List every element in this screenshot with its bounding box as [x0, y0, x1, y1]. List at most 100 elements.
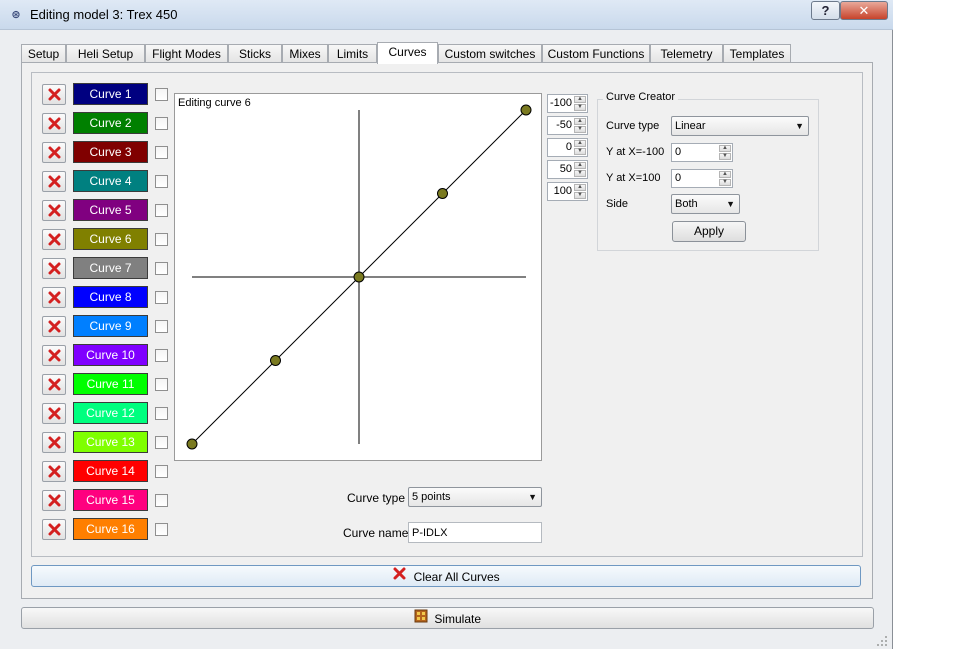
- curve-point[interactable]: [353, 271, 365, 283]
- curve-show-checkbox[interactable]: [155, 233, 168, 246]
- point-value-spinbox[interactable]: 0 ▲ ▼: [547, 138, 588, 157]
- curve-show-checkbox[interactable]: [155, 436, 168, 449]
- spin-down-icon[interactable]: ▼: [574, 126, 586, 133]
- curve-show-checkbox[interactable]: [155, 523, 168, 536]
- help-button[interactable]: ?: [811, 1, 840, 20]
- simulate-button[interactable]: Simulate: [21, 607, 874, 629]
- delete-curve-button[interactable]: [42, 142, 66, 163]
- curve-button[interactable]: Curve 10: [73, 344, 148, 366]
- curve-show-checkbox[interactable]: [155, 175, 168, 188]
- tab-sticks[interactable]: Sticks: [228, 44, 282, 63]
- delete-curve-button[interactable]: [42, 432, 66, 453]
- curve-button[interactable]: Curve 2: [73, 112, 148, 134]
- tab-custom-functions[interactable]: Custom Functions: [542, 44, 650, 63]
- curve-button[interactable]: Curve 1: [73, 83, 148, 105]
- curve-point[interactable]: [437, 188, 448, 199]
- curve-show-checkbox[interactable]: [155, 465, 168, 478]
- spin-up-icon[interactable]: ▲: [574, 162, 586, 169]
- spin-down-icon[interactable]: ▼: [574, 104, 586, 111]
- delete-curve-button[interactable]: [42, 519, 66, 540]
- delete-curve-button[interactable]: [42, 84, 66, 105]
- tab-heli-setup[interactable]: Heli Setup: [66, 44, 145, 63]
- curve-show-checkbox[interactable]: [155, 349, 168, 362]
- tab-curves[interactable]: Curves: [377, 42, 438, 64]
- curve-button[interactable]: Curve 16: [73, 518, 148, 540]
- point-value-spinbox[interactable]: 50 ▲ ▼: [547, 160, 588, 179]
- curve-button[interactable]: Curve 13: [73, 431, 148, 453]
- spin-up-icon[interactable]: ▲: [574, 140, 586, 147]
- spin-down-icon[interactable]: ▼: [574, 148, 586, 155]
- delete-curve-button[interactable]: [42, 403, 66, 424]
- spin-up-icon[interactable]: ▲: [719, 145, 731, 152]
- curve-show-checkbox[interactable]: [155, 262, 168, 275]
- curve-button[interactable]: Curve 6: [73, 228, 148, 250]
- point-value-spinbox[interactable]: -100 ▲ ▼: [547, 94, 588, 113]
- delete-curve-button[interactable]: [42, 374, 66, 395]
- point-value-spinbox[interactable]: 100 ▲ ▼: [547, 182, 588, 201]
- curve-show-checkbox[interactable]: [155, 204, 168, 217]
- creator-ymax-spinbox[interactable]: 0 ▲ ▼: [671, 169, 733, 188]
- creator-ymin-spinbox[interactable]: 0 ▲ ▼: [671, 143, 733, 162]
- spin-up-icon[interactable]: ▲: [719, 171, 731, 178]
- curve-button[interactable]: Curve 5: [73, 199, 148, 221]
- curve-button[interactable]: Curve 9: [73, 315, 148, 337]
- creator-side-select[interactable]: Both ▼: [671, 194, 740, 214]
- delete-curve-button[interactable]: [42, 461, 66, 482]
- curve-button[interactable]: Curve 15: [73, 489, 148, 511]
- spin-down-icon[interactable]: ▼: [574, 170, 586, 177]
- tab-limits[interactable]: Limits: [328, 44, 377, 63]
- red-x-icon: [48, 378, 61, 391]
- delete-curve-button[interactable]: [42, 229, 66, 250]
- curve-button[interactable]: Curve 11: [73, 373, 148, 395]
- curve-show-checkbox[interactable]: [155, 494, 168, 507]
- tab-custom-switches[interactable]: Custom switches: [438, 44, 542, 63]
- tab-templates[interactable]: Templates: [723, 44, 791, 63]
- close-button[interactable]: ✕: [840, 1, 888, 20]
- curve-button[interactable]: Curve 4: [73, 170, 148, 192]
- curve-show-checkbox[interactable]: [155, 407, 168, 420]
- curve-button[interactable]: Curve 3: [73, 141, 148, 163]
- curve-button[interactable]: Curve 8: [73, 286, 148, 308]
- curve-show-checkbox[interactable]: [155, 88, 168, 101]
- delete-curve-button[interactable]: [42, 258, 66, 279]
- delete-curve-button[interactable]: [42, 171, 66, 192]
- spin-down-icon[interactable]: ▼: [574, 192, 586, 199]
- delete-curve-button[interactable]: [42, 287, 66, 308]
- curve-show-checkbox[interactable]: [155, 320, 168, 333]
- curve-plot[interactable]: Editing curve 6: [174, 93, 542, 461]
- creator-type-select[interactable]: Linear ▼: [671, 116, 809, 136]
- spin-up-icon[interactable]: ▲: [574, 184, 586, 191]
- spin-down-icon[interactable]: ▼: [719, 153, 731, 160]
- resize-grip-icon[interactable]: [876, 635, 888, 647]
- curve-name-input[interactable]: [409, 523, 541, 542]
- tab-setup[interactable]: Setup: [21, 44, 66, 63]
- clear-all-curves-button[interactable]: Clear All Curves: [31, 565, 861, 587]
- curve-point[interactable]: [270, 355, 281, 366]
- curve-point[interactable]: [520, 104, 532, 116]
- curve-show-checkbox[interactable]: [155, 146, 168, 159]
- delete-curve-button[interactable]: [42, 345, 66, 366]
- curve-name-field[interactable]: [408, 522, 542, 543]
- tab-flight-modes[interactable]: Flight Modes: [145, 44, 228, 63]
- delete-curve-button[interactable]: [42, 200, 66, 221]
- delete-curve-button[interactable]: [42, 490, 66, 511]
- tab-telemetry[interactable]: Telemetry: [650, 44, 723, 63]
- spin-up-icon[interactable]: ▲: [574, 118, 586, 125]
- curve-show-checkbox[interactable]: [155, 291, 168, 304]
- delete-curve-button[interactable]: [42, 113, 66, 134]
- curve-show-checkbox[interactable]: [155, 378, 168, 391]
- curve-plot-svg[interactable]: [175, 94, 543, 462]
- curve-show-checkbox[interactable]: [155, 117, 168, 130]
- curve-type-select[interactable]: 5 points ▼: [408, 487, 542, 507]
- curve-button[interactable]: Curve 7: [73, 257, 148, 279]
- curve-button[interactable]: Curve 12: [73, 402, 148, 424]
- delete-curve-button[interactable]: [42, 316, 66, 337]
- point-value-spinbox[interactable]: -50 ▲ ▼: [547, 116, 588, 135]
- tab-mixes[interactable]: Mixes: [282, 44, 328, 63]
- curve-point[interactable]: [186, 438, 198, 450]
- curve-button[interactable]: Curve 14: [73, 460, 148, 482]
- spin-up-icon[interactable]: ▲: [574, 96, 586, 103]
- apply-button[interactable]: Apply: [672, 221, 746, 242]
- spin-down-icon[interactable]: ▼: [719, 179, 731, 186]
- title-bar[interactable]: ⊛ Editing model 3: Trex 450 ? ✕: [0, 0, 893, 30]
